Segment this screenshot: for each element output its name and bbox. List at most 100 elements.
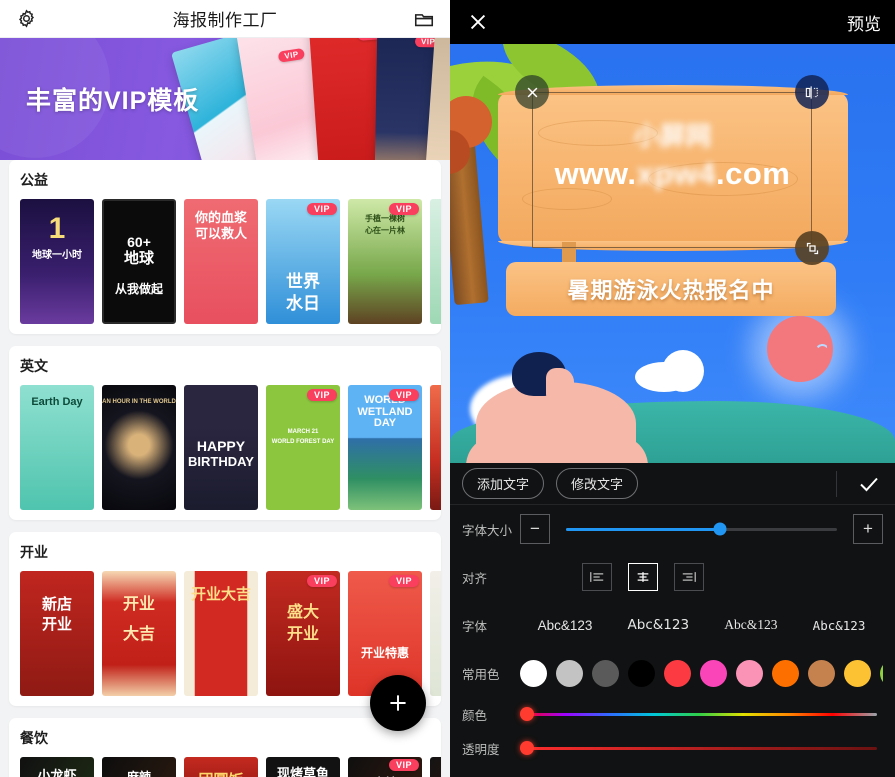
thumb-text: 手植一棵树: [365, 214, 405, 223]
gear-icon[interactable]: [12, 5, 40, 33]
template-thumbnail[interactable]: AN HOUR IN THE WORLD: [102, 385, 176, 510]
folder-icon[interactable]: [410, 5, 438, 33]
template-thumbnail[interactable]: 麻辣: [102, 757, 176, 777]
color-swatch[interactable]: [700, 659, 727, 687]
layer-close-handle[interactable]: [515, 75, 549, 109]
template-thumbnail[interactable]: 新店 开业: [20, 571, 94, 696]
vip-badge: VIP: [277, 47, 306, 63]
color-swatch[interactable]: [772, 659, 799, 687]
confirm-button[interactable]: [855, 470, 883, 498]
hue-slider-knob[interactable]: [520, 707, 535, 721]
layer-resize-handle[interactable]: [795, 231, 829, 265]
template-thumbnail[interactable]: 小龙虾: [20, 757, 94, 777]
align-center-button[interactable]: [628, 563, 658, 591]
layer-flip-handle[interactable]: [795, 75, 829, 109]
template-thumbnail[interactable]: 开业大吉: [184, 571, 258, 696]
font-size-label: 字体大小: [462, 523, 513, 538]
align-label: 对齐: [462, 571, 488, 586]
template-thumb-row[interactable]: Earth Day AN HOUR IN THE WORLD HAPPY BIR…: [9, 385, 441, 510]
template-thumb-row[interactable]: 小龙虾 麻辣 团圆饭 现烤草鱼 VIP 麻辣: [9, 757, 441, 777]
thumb-text: 世界环境: [430, 217, 441, 229]
vip-badge: VIP: [388, 759, 419, 771]
opacity-slider-label: 透明度: [462, 742, 500, 757]
color-swatch[interactable]: [880, 659, 883, 687]
font-size-slider-knob[interactable]: [713, 522, 727, 536]
font-option-4[interactable]: Abc&123: [813, 618, 866, 633]
category-section: 餐饮 小龙虾 麻辣 团圆饭 现烤草鱼 VIP: [9, 718, 441, 777]
add-text-button[interactable]: 添加文字: [462, 468, 545, 499]
template-thumbnail[interactable]: Earth Day: [20, 385, 94, 510]
thumb-text: Earth Day: [31, 396, 83, 408]
font-option-1[interactable]: Abc&123: [538, 618, 593, 633]
color-swatch[interactable]: [520, 659, 547, 687]
selection-box[interactable]: [532, 92, 812, 248]
thumb-subtext: BIRTHDAY: [188, 454, 254, 469]
template-thumbnail[interactable]: VIP 盛大开业 85: [430, 571, 441, 696]
template-thumbnail[interactable]: 1 地球一小时: [20, 199, 94, 324]
resize-corner-icon: [806, 242, 818, 254]
sign-banner-board[interactable]: 暑期游泳火热报名中: [506, 262, 836, 316]
common-colors-row: 常用色: [450, 649, 895, 697]
editor-topbar: 预览: [450, 0, 895, 44]
align-left-button[interactable]: [582, 563, 612, 591]
color-swatch[interactable]: [556, 659, 583, 687]
template-thumbnail[interactable]: VIP MARCH 21 WORLD FOREST DAY: [266, 385, 340, 510]
template-thumbnail[interactable]: 你的血浆 可以救人: [184, 199, 258, 324]
font-option-3[interactable]: Abc&123: [724, 617, 777, 633]
add-poster-fab[interactable]: [370, 675, 426, 731]
template-thumbnail[interactable]: HAPPY BIRTHDAY: [184, 385, 258, 510]
font-size-decrease-button[interactable]: −: [520, 514, 550, 544]
hue-slider[interactable]: [520, 707, 877, 721]
color-swatch[interactable]: [736, 659, 763, 687]
template-thumbnail[interactable]: VIP 世界环境: [430, 199, 441, 324]
template-thumbnail[interactable]: VIP WORLD FOREST DAY MARCH 21: [430, 385, 441, 510]
thumb-subtext: 心在一片林: [365, 226, 405, 235]
font-size-increase-button[interactable]: +: [853, 514, 883, 544]
thumb-text: HAPPY: [196, 438, 246, 454]
color-swatch[interactable]: [844, 659, 871, 687]
left-topbar: 海报制作工厂: [0, 0, 450, 38]
color-swatch[interactable]: [628, 659, 655, 687]
color-swatch[interactable]: [808, 659, 835, 687]
color-slider-row: 颜色: [450, 697, 895, 731]
edit-text-button[interactable]: 修改文字: [556, 468, 639, 499]
template-thumbnail[interactable]: VIP 盛大 开业: [266, 571, 340, 696]
thumb-text: 现烤草鱼: [276, 766, 329, 777]
template-thumbnail[interactable]: VIP 麻辣: [348, 757, 422, 777]
template-thumb-row[interactable]: 1 地球一小时 60+ 地球 从我做起 你的血浆 可以救人 VIP 世界 水日 …: [9, 199, 441, 324]
app-root: 海报制作工厂 丰富的VIP模板 VIP VIP 公益 1 地球一小时 60+ 地…: [0, 0, 895, 777]
template-thumbnail[interactable]: 开业 大吉: [102, 571, 176, 696]
opacity-slider-knob[interactable]: [520, 741, 535, 755]
template-thumbnail[interactable]: 团圆饭: [184, 757, 258, 777]
align-right-button[interactable]: [674, 563, 704, 591]
thumb-text: 开业: [122, 596, 155, 613]
template-thumbnail[interactable]: VIP WORLD WETLAND DAY: [348, 385, 422, 510]
thumb-subtext: 开业: [286, 626, 319, 643]
close-icon[interactable]: [464, 8, 492, 36]
template-thumbnail[interactable]: 现烤草鱼: [266, 757, 340, 777]
preview-button[interactable]: 预览: [847, 10, 881, 35]
vip-template-banner[interactable]: 丰富的VIP模板 VIP VIP VIP: [0, 38, 450, 160]
man-torso-graphic: [466, 436, 648, 463]
template-thumbnail[interactable]: VIP 手植一棵树 心在一片林: [348, 199, 422, 324]
align-center-icon: [637, 572, 649, 582]
template-thumbnail[interactable]: 60+ 地球 从我做起: [102, 199, 176, 324]
opacity-slider[interactable]: [520, 741, 877, 755]
font-size-slider[interactable]: [566, 522, 837, 536]
category-title: 餐饮: [20, 730, 48, 746]
category-title: 公益: [20, 172, 48, 188]
plus-icon: [390, 695, 406, 711]
font-size-row: 字体大小 − +: [450, 505, 895, 553]
poster-canvas[interactable]: 暑期游泳火热报名中 小屏网 www.xpw4.com: [450, 44, 895, 463]
color-swatch[interactable]: [664, 659, 691, 687]
template-thumbnail[interactable]: VIP 特色烧烤: [430, 757, 441, 777]
text-editing-controls: 添加文字 修改文字 字体大小 − + 对齐 字体 Abc&123 Abc&123…: [450, 463, 895, 777]
thumb-subtext: 地球一小时: [32, 250, 82, 261]
template-thumb-row[interactable]: 新店 开业 开业 大吉 开业大吉 VIP 盛大 开业 VIP 开业特惠: [9, 571, 441, 696]
color-swatch[interactable]: [592, 659, 619, 687]
mirror-flip-icon: [805, 85, 818, 99]
font-option-2[interactable]: Abc&123: [628, 617, 690, 633]
thumb-text: 世界: [286, 272, 320, 291]
color-swatch-list[interactable]: [520, 659, 883, 687]
template-thumbnail[interactable]: VIP 世界 水日: [266, 199, 340, 324]
